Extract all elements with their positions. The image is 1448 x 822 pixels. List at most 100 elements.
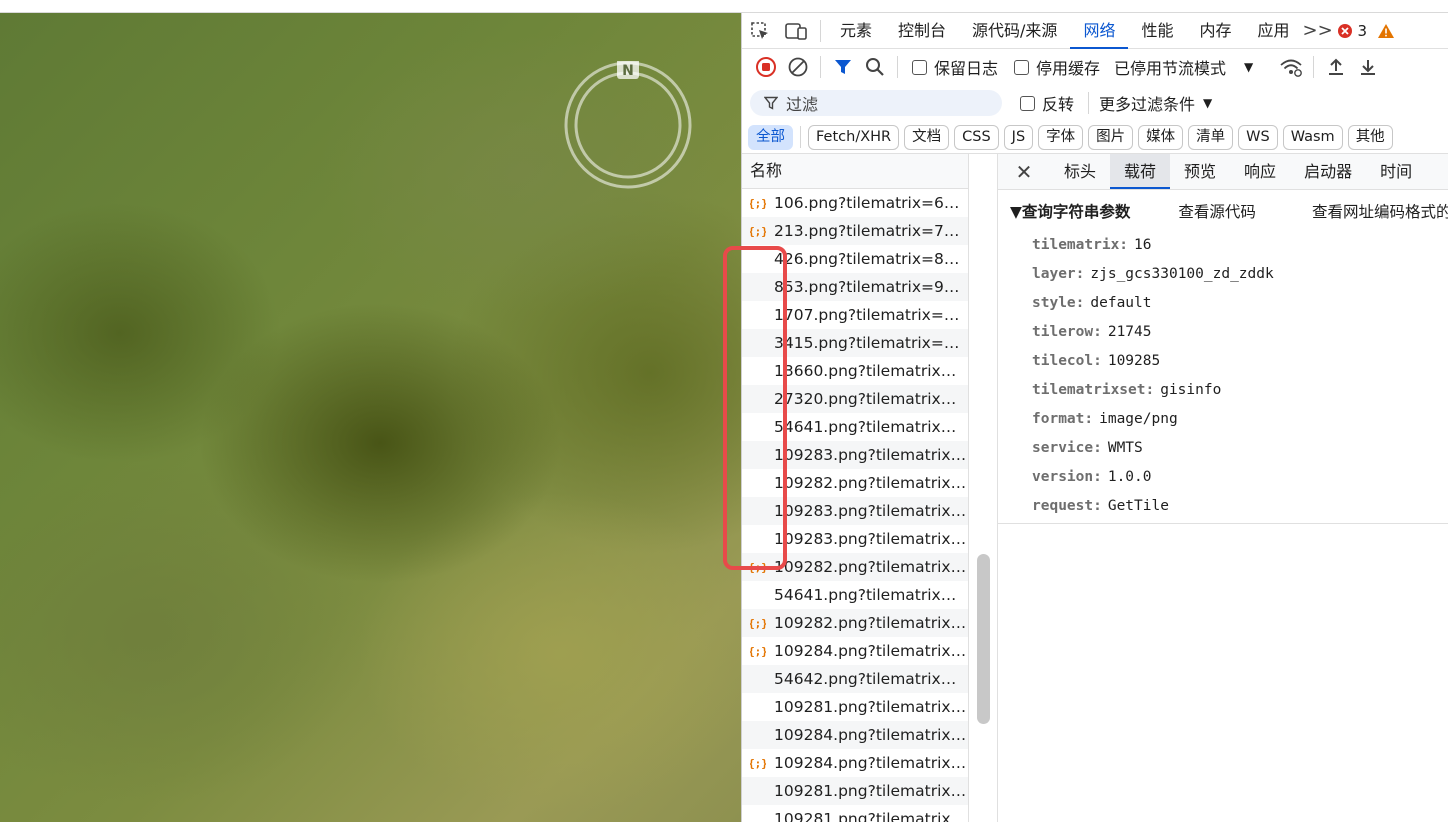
request-detail-panel: ✕ 标头 载荷 预览 响应 启动器 时间 ▼查询字符串参数 查看源代码 查看网址… <box>998 153 1448 822</box>
tab-timing[interactable]: 时间 <box>1366 154 1426 189</box>
type-filter-doc[interactable]: 文档 <box>904 124 950 150</box>
checkbox-box[interactable] <box>1020 95 1035 111</box>
type-filter-other[interactable]: 其他 <box>1347 124 1393 150</box>
tab-network[interactable]: 网络 <box>1070 13 1129 49</box>
view-url-encoded-link[interactable]: 查看网址编码格式的 <box>1312 200 1448 222</box>
param-key: tilerow: <box>1032 324 1102 340</box>
filter-input[interactable]: 过滤 <box>750 90 1002 116</box>
type-filter-css[interactable]: CSS <box>954 124 999 150</box>
error-count: 3 <box>1357 21 1368 40</box>
query-param-row: tilematrixset: gisinfo <box>1010 375 1448 404</box>
request-row[interactable]: {;} 109282.png?tilematrix=16&layer=zjs_gc… <box>742 609 968 637</box>
error-counter[interactable]: 3 <box>1337 13 1396 49</box>
request-name: 13660.png?tilematrix=13&layer=zjs_gcs330… <box>774 362 968 380</box>
network-conditions-icon[interactable] <box>1275 51 1307 83</box>
param-key: format: <box>1032 411 1094 427</box>
name-column-header[interactable]: 名称 <box>742 153 969 189</box>
stop-recording-icon[interactable] <box>750 51 782 83</box>
tab-elements[interactable]: 元素 <box>827 13 885 49</box>
more-tabs-button[interactable]: >> <box>1303 13 1333 49</box>
search-icon[interactable] <box>859 51 891 83</box>
request-row[interactable]: 54642.png?tilematrix=15&layer=zjs_gcs330… <box>742 665 968 693</box>
type-filter-wasm[interactable]: Wasm <box>1282 124 1343 150</box>
query-param-row: tilerow: 21745 <box>1010 317 1448 346</box>
devtools-panel: 元素 控制台 源代码/来源 网络 性能 内存 应用 >> 3 保留日志 停用缓存… <box>741 13 1448 822</box>
export-har-icon[interactable] <box>1352 51 1384 83</box>
request-row[interactable]: {;} 109284.png?tilematrix=16&layer=zjs_gc… <box>742 749 968 777</box>
param-key: version: <box>1032 469 1102 485</box>
query-param-row: tilematrix: 16 <box>1010 230 1448 259</box>
tab-memory[interactable]: 内存 <box>1186 13 1244 49</box>
more-filters-dropdown[interactable]: 更多过滤条件 ▼ <box>1099 91 1212 115</box>
type-filter-all[interactable]: 全部 <box>748 124 793 150</box>
device-toolbar-icon[interactable] <box>778 13 814 49</box>
red-highlight-box <box>723 246 787 570</box>
request-row[interactable]: {;} 106.png?tilematrix=6&layer=zjs_gcs330… <box>742 189 968 217</box>
param-key: tilecol: <box>1032 353 1102 369</box>
checkbox-box[interactable] <box>1014 59 1030 75</box>
type-filter-js[interactable]: JS <box>1003 124 1034 150</box>
disable-cache-checkbox[interactable]: 停用缓存 <box>1014 55 1100 79</box>
svg-text:{;}: {;} <box>750 757 766 770</box>
request-name: 109283.png?tilematrix=16&layer=zjs_gcs33… <box>774 530 968 548</box>
preserve-log-checkbox[interactable]: 保留日志 <box>912 55 998 79</box>
filter-icon <box>764 96 778 110</box>
type-filter-img[interactable]: 图片 <box>1088 124 1134 150</box>
close-icon[interactable]: ✕ <box>998 160 1050 184</box>
tab-initiator[interactable]: 启动器 <box>1290 154 1366 189</box>
param-key: tilematrixset: <box>1032 382 1155 398</box>
request-row[interactable]: 109281.png?tilematrix=16&layer=zjs_gcs33… <box>742 693 968 721</box>
error-icon <box>1337 23 1352 38</box>
section-title[interactable]: ▼查询字符串参数 <box>1010 200 1130 222</box>
divider <box>1313 56 1315 78</box>
devtools-tabbar: 元素 控制台 源代码/来源 网络 性能 内存 应用 >> 3 <box>742 13 1448 49</box>
type-filter-ws[interactable]: WS <box>1238 124 1278 150</box>
param-value: GetTile <box>1107 498 1169 514</box>
tab-payload[interactable]: 载荷 <box>1110 154 1171 189</box>
query-param-row: request: GetTile <box>1010 491 1448 520</box>
scrollbar-thumb[interactable] <box>977 554 990 724</box>
request-row[interactable]: 109281.png?tilematrix=16&layer=zjs_gcs33… <box>742 805 968 822</box>
tab-console[interactable]: 控制台 <box>885 13 959 49</box>
invert-checkbox[interactable]: 反转 <box>1020 91 1074 115</box>
tab-headers[interactable]: 标头 <box>1050 154 1110 189</box>
request-name: 109284.png?tilematrix=16&layer=zjs_gcs33… <box>774 754 968 772</box>
compass-icon[interactable]: N <box>564 61 692 189</box>
tab-response[interactable]: 响应 <box>1230 154 1290 189</box>
type-filter-font[interactable]: 字体 <box>1038 124 1084 150</box>
request-name: 109282.png?tilematrix=16&layer=zjs_gcs33… <box>774 558 968 576</box>
query-param-row: version: 1.0.0 <box>1010 462 1448 491</box>
inspect-element-icon[interactable] <box>742 13 778 49</box>
param-value: gisinfo <box>1160 382 1222 398</box>
type-filter-fetch-xhr[interactable]: Fetch/XHR <box>808 124 900 150</box>
more-filters-label: 更多过滤条件 <box>1099 95 1196 114</box>
throttling-select[interactable]: 已停用节流模式 ▼ <box>1114 55 1253 79</box>
type-filter-manifest[interactable]: 清单 <box>1188 124 1234 150</box>
tab-sources[interactable]: 源代码/来源 <box>959 13 1070 49</box>
query-param-row: service: WMTS <box>1010 433 1448 462</box>
chevron-down-icon: ▼ <box>1203 96 1213 110</box>
request-row[interactable]: {;} 213.png?tilematrix=7&layer=zjs_gcs330… <box>742 217 968 245</box>
param-key: tilematrix: <box>1032 237 1129 253</box>
request-name: 1707.png?tilematrix=10&layer=zjs_gcs3301… <box>774 306 968 324</box>
import-har-icon[interactable] <box>1320 51 1352 83</box>
request-name: 213.png?tilematrix=7&layer=zjs_gcs330100… <box>774 222 968 240</box>
query-string-header[interactable]: ▼查询字符串参数 查看源代码 查看网址编码格式的 <box>1010 200 1448 222</box>
clear-icon[interactable] <box>782 51 814 83</box>
map-view[interactable]: N <box>0 13 741 822</box>
request-row[interactable]: 109284.png?tilematrix=16&layer=zjs_gcs33… <box>742 721 968 749</box>
request-row[interactable]: 54641.png?tilematrix=15&layer=zjs_gcs330… <box>742 581 968 609</box>
tab-performance[interactable]: 性能 <box>1128 13 1186 49</box>
query-param-row: layer: zjs_gcs330100_zd_zddk <box>1010 259 1448 288</box>
filter-funnel-icon[interactable] <box>827 51 859 83</box>
request-row[interactable]: {;} 109284.png?tilematrix=16&layer=zjs_gc… <box>742 637 968 665</box>
throttling-label: 已停用节流模式 <box>1114 59 1227 78</box>
type-filter-media[interactable]: 媒体 <box>1138 124 1184 150</box>
checkbox-box[interactable] <box>912 59 927 75</box>
view-source-link[interactable]: 查看源代码 <box>1178 200 1256 222</box>
request-row[interactable]: 109281.png?tilematrix=16&layer=zjs_gcs33… <box>742 777 968 805</box>
request-name: 54642.png?tilematrix=15&layer=zjs_gcs330… <box>774 670 968 688</box>
tab-application[interactable]: 应用 <box>1244 13 1302 49</box>
list-scrollbar[interactable] <box>969 153 998 822</box>
tab-preview[interactable]: 预览 <box>1170 154 1230 189</box>
